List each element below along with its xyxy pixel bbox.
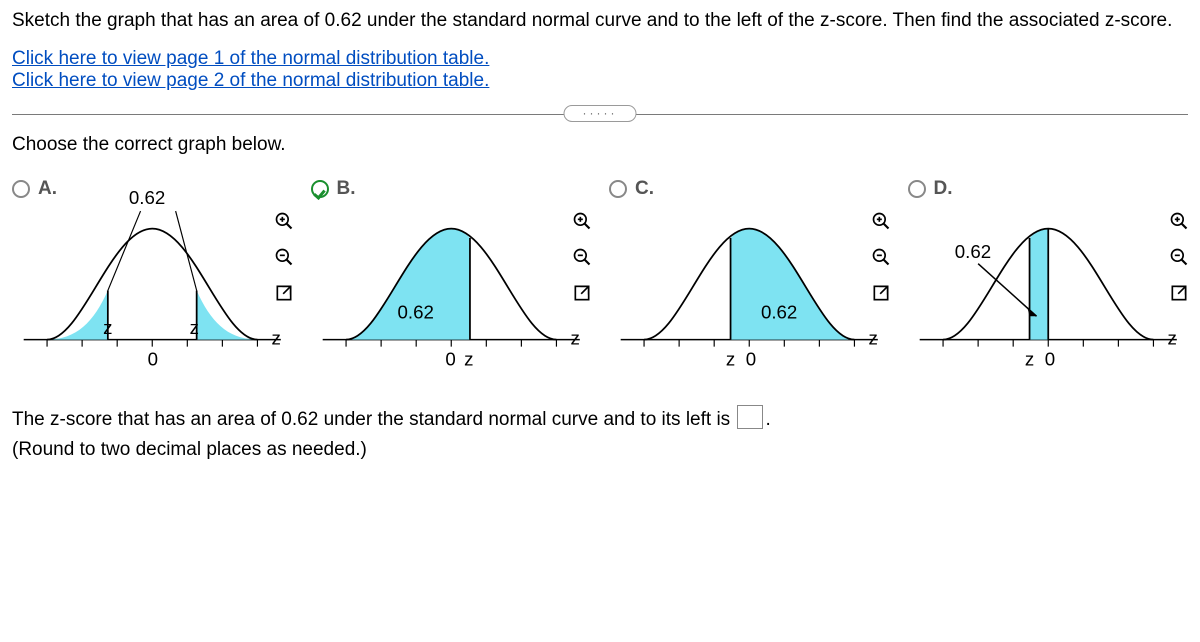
zoom-in-icon[interactable] [868, 208, 894, 234]
svg-text:0: 0 [445, 348, 455, 369]
section-separator: ····· [12, 108, 1188, 120]
link-table-page2[interactable]: Click here to view page 2 of the normal … [12, 70, 489, 92]
svg-text:z: z [190, 317, 199, 338]
option-c[interactable]: C. 0.62 z 0 z [609, 178, 890, 381]
zoom-out-icon[interactable] [569, 244, 595, 270]
table-links: Click here to view page 1 of the normal … [12, 48, 1188, 92]
popout-icon[interactable] [271, 280, 297, 306]
option-d-shade-label: 0.62 [954, 241, 990, 262]
zoom-in-icon[interactable] [569, 208, 595, 234]
svg-text:0: 0 [148, 348, 158, 369]
choose-graph-prompt: Choose the correct graph below. [12, 134, 1188, 156]
zscore-input[interactable] [737, 405, 763, 429]
option-a-shade-label: 0.62 [129, 187, 165, 208]
option-b-shade-label: 0.62 [397, 302, 433, 323]
svg-text:0: 0 [1044, 348, 1054, 369]
zoom-out-icon[interactable] [1166, 244, 1192, 270]
option-c-shade-label: 0.62 [761, 302, 797, 323]
svg-text:z: z [271, 327, 280, 348]
popout-icon[interactable] [868, 280, 894, 306]
popout-icon[interactable] [569, 280, 595, 306]
svg-text:z: z [464, 348, 473, 369]
graph-d: 0.62 z 0 z [908, 176, 1189, 381]
separator-handle[interactable]: ····· [564, 105, 637, 122]
graph-b: 0.62 0 z z [311, 176, 592, 381]
zoom-out-icon[interactable] [271, 244, 297, 270]
zoom-in-icon[interactable] [271, 208, 297, 234]
svg-text:0: 0 [746, 348, 756, 369]
svg-text:z: z [1024, 348, 1033, 369]
option-b[interactable]: B. 0.62 0 z z [311, 178, 592, 381]
option-d[interactable]: D. 0.62 z 0 z [908, 178, 1189, 381]
graph-c: 0.62 z 0 z [609, 176, 890, 381]
graph-a: 0.62 z z 0 z [12, 176, 293, 381]
option-a[interactable]: A. 0.62 z z [12, 178, 293, 381]
svg-text:z: z [726, 348, 735, 369]
svg-text:z: z [103, 317, 112, 338]
answer-sentence: The z-score that has an area of 0.62 und… [12, 405, 1188, 466]
svg-text:z: z [868, 327, 877, 348]
svg-text:z: z [1167, 327, 1176, 348]
svg-text:z: z [570, 327, 579, 348]
round-hint: (Round to two decimal places as needed.) [12, 439, 367, 460]
zoom-in-icon[interactable] [1166, 208, 1192, 234]
popout-icon[interactable] [1166, 280, 1192, 306]
zoom-out-icon[interactable] [868, 244, 894, 270]
graph-options: A. 0.62 z z [12, 178, 1188, 381]
link-table-page1[interactable]: Click here to view page 1 of the normal … [12, 48, 489, 70]
question-text: Sketch the graph that has an area of 0.6… [12, 8, 1188, 34]
